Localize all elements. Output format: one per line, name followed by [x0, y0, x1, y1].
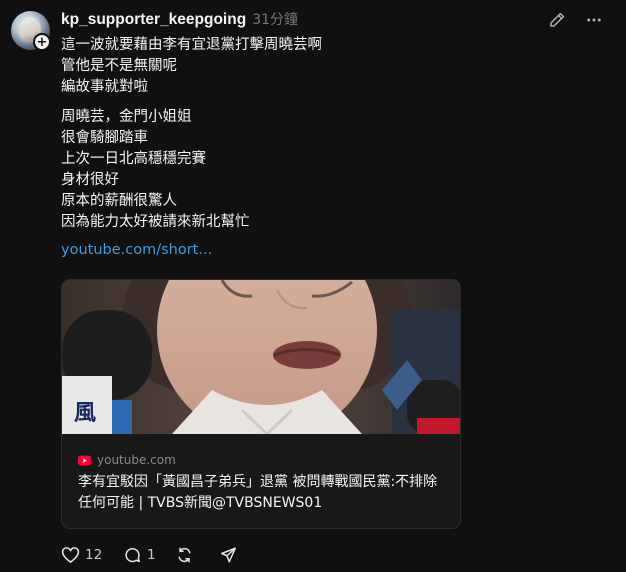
- reply-button[interactable]: 1: [123, 546, 175, 564]
- more-icon[interactable]: [584, 11, 604, 29]
- post-header: kp_supporter_keepgoing 31分鐘: [61, 9, 298, 31]
- like-count: 12: [85, 547, 103, 563]
- svg-text:風: 風: [74, 401, 96, 426]
- card-source: youtube.com: [78, 453, 176, 467]
- thumbnail-art: 風: [62, 280, 460, 434]
- username[interactable]: kp_supporter_keepgoing: [61, 11, 246, 29]
- post-line: 上次一日北高穩穩完賽: [61, 151, 206, 167]
- follow-plus-icon[interactable]: +: [33, 33, 51, 51]
- heart-icon: [61, 547, 80, 563]
- post-line: 周曉芸，金門小姐姐: [61, 109, 192, 125]
- timestamp[interactable]: 31分鐘: [252, 9, 298, 29]
- action-bar: 12 1: [61, 545, 238, 565]
- repost-icon: [178, 547, 191, 563]
- post-line: 編故事就對啦: [61, 79, 148, 95]
- post-line: 管他是不是無關呢: [61, 58, 177, 74]
- thread-post: + kp_supporter_keepgoing 31分鐘 這一波就要藉由李有宜…: [0, 0, 626, 572]
- post-line: 因為能力太好被請來新北幫忙: [61, 214, 250, 230]
- youtube-link[interactable]: youtube.com/short...: [61, 242, 212, 258]
- link-preview-card[interactable]: 風 youtube.com 李有宜駁因「黃國昌子弟兵」退黨 被問轉戰國民黨:不排…: [61, 279, 461, 529]
- post-line: 這一波就要藉由李有宜退黨打擊周曉芸啊: [61, 37, 322, 53]
- card-domain: youtube.com: [97, 453, 176, 467]
- comment-icon: [125, 547, 140, 563]
- reply-count: 1: [147, 547, 156, 563]
- edit-icon[interactable]: [548, 11, 566, 29]
- share-button[interactable]: [219, 546, 238, 564]
- post-line: 原本的薪酬很驚人: [61, 193, 177, 209]
- post-body: 這一波就要藉由李有宜退黨打擊周曉芸啊 管他是不是無關呢 編故事就對啦 周曉芸，金…: [61, 35, 581, 233]
- repost-button[interactable]: [175, 546, 219, 564]
- like-button[interactable]: 12: [61, 546, 123, 564]
- card-title: 李有宜駁因「黃國昌子弟兵」退黨 被問轉戰國民黨:不排除任何可能 | TVBS新聞…: [78, 474, 438, 511]
- post-line: 很會騎腳踏車: [61, 130, 148, 146]
- share-icon: [221, 547, 236, 563]
- video-thumbnail: 風: [62, 280, 460, 434]
- post-line: 身材很好: [61, 172, 119, 188]
- youtube-icon: [78, 455, 91, 465]
